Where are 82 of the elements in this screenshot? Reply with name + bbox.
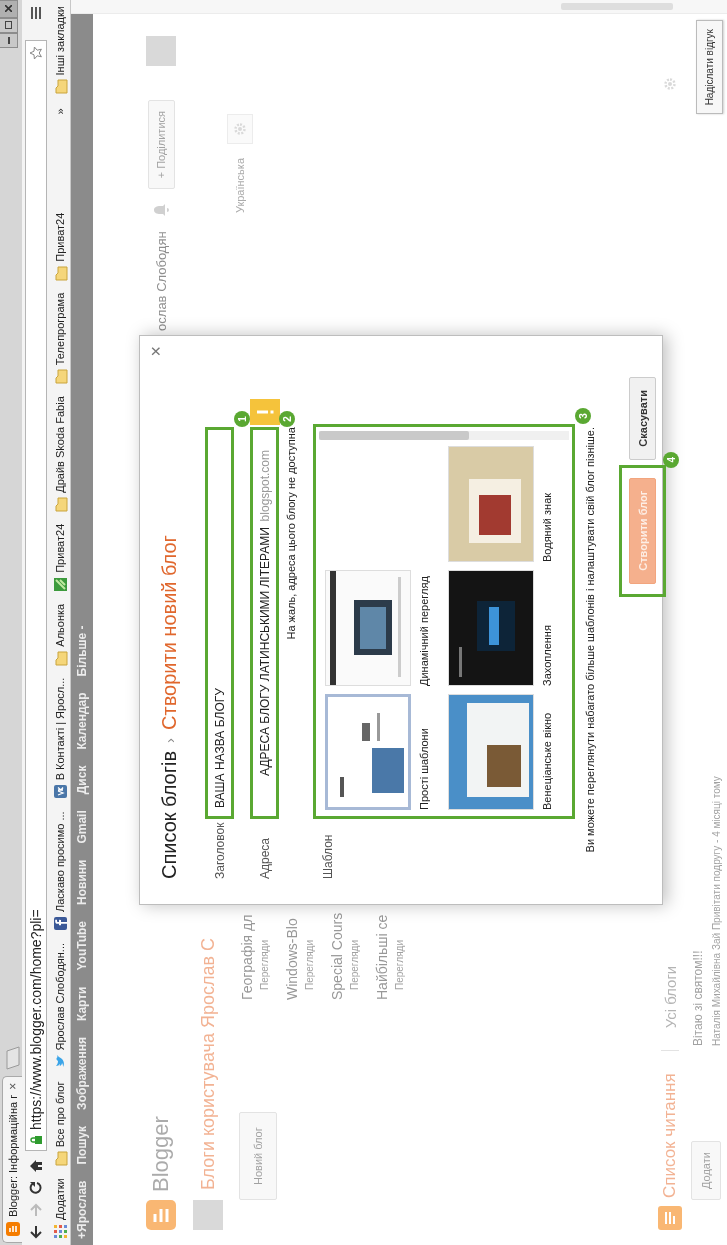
error-message: На жаль, адреса цього блогу не доступна [285, 427, 298, 642]
section-heading: Блоги користувача Ярослав С [197, 938, 219, 1190]
menu-icon[interactable] [30, 6, 42, 20]
folder-icon [52, 1151, 68, 1167]
tab-title: Blogger: Інформаційна г [6, 1094, 19, 1217]
address-value: АДРЕСА БЛОГУ ЛАТИНСЬКИМИ ЛІТЕРАМИ [257, 526, 272, 778]
avatar-icon [193, 1200, 223, 1230]
home-icon[interactable] [29, 1159, 43, 1173]
logo-text: Blogger [148, 1116, 174, 1192]
cancel-button[interactable]: Скасувати [629, 377, 656, 460]
title-field[interactable]: ВАША НАЗВА БЛОГУ [205, 427, 234, 819]
settings-icon [233, 122, 247, 136]
apps-grid-icon [52, 1224, 68, 1239]
template-name[interactable]: Прості шаблони [418, 694, 430, 810]
breadcrumb-link[interactable]: Список блогів [157, 750, 181, 879]
scrollbar[interactable] [319, 431, 569, 440]
template-thumbnail[interactable] [325, 694, 411, 810]
blog-meta: Перегляди [394, 939, 405, 992]
minimize-button[interactable] [0, 33, 18, 48]
bookmark-link[interactable]: Телепрограма [52, 292, 68, 385]
dialog-title: Створити новий блог [157, 535, 181, 730]
post-meta: Наталія Михайлівна Зай Привітати подругу - 4 місяці тому [711, 776, 722, 1047]
square-icon [52, 576, 68, 592]
folder-icon [52, 265, 68, 281]
bookmark-link[interactable]: Додатки [52, 1178, 68, 1239]
field-label: Заголовок [212, 821, 227, 879]
browser-tab[interactable]: Blogger: Інформаційна г × [2, 1075, 22, 1243]
folder-icon [52, 650, 68, 666]
bookmark-link[interactable]: Драйв Skoda Fabia [52, 396, 68, 512]
maximize-button[interactable] [0, 18, 18, 33]
close-button[interactable]: × [146, 346, 167, 357]
address-field[interactable]: АДРЕСА БЛОГУ ЛАТИНСЬКИМИ ЛІТЕРАМИ blogspot.com [250, 427, 279, 819]
minimize-icon [7, 37, 10, 44]
template-thumbnail[interactable] [325, 570, 411, 686]
star-icon[interactable] [29, 46, 43, 60]
blogger-logo-icon [146, 1200, 176, 1230]
template-thumbnail[interactable] [448, 694, 534, 810]
field-label: Шаблон [320, 833, 335, 879]
bookmark-link[interactable]: Альонка [52, 603, 68, 666]
step-number-badge: 2 [279, 411, 295, 427]
folder-icon [52, 496, 68, 512]
tab-close-button[interactable]: × [5, 1082, 20, 1090]
field-label: Адреса [257, 836, 272, 879]
step-number-badge: 1 [234, 411, 250, 427]
folder-icon [52, 79, 68, 95]
template-thumbnail[interactable] [448, 570, 534, 686]
section-heading: Список читання [660, 1073, 680, 1198]
step-number-badge: 3 [575, 408, 591, 424]
template-thumbnail[interactable] [448, 446, 534, 562]
url-text: https://www.blogger.com/home?pli= [28, 908, 44, 1130]
feedback-button[interactable]: Надіслати відгук [696, 20, 723, 115]
domain-suffix: blogspot.com [257, 450, 272, 522]
blog-meta: Перегляди [349, 939, 360, 992]
settings-icon [663, 77, 677, 91]
bookmark-link[interactable]: Ярослав Слободян... [52, 943, 68, 1070]
bookmark-link[interactable]: В Контакті | Яросл... [52, 677, 68, 800]
template-name[interactable]: Захоплення [541, 570, 553, 686]
bookmark-link[interactable]: Ласкаво просимо ... [52, 811, 68, 931]
address-bar[interactable]: https://www.blogger.com/home?pli= [25, 40, 47, 1151]
other-bookmarks-link[interactable]: Інші закладки [52, 6, 68, 95]
reading-list-icon [658, 1206, 682, 1230]
more-bookmarks-button[interactable]: » [54, 108, 66, 115]
folder-icon [52, 369, 68, 385]
bookmark-link[interactable]: Все про блог [52, 1081, 68, 1167]
bookmark-link[interactable]: Приват24 [52, 212, 68, 281]
template-name[interactable]: Венеціанське вікно [541, 694, 553, 810]
bookmark-link[interactable]: Приват24 [52, 523, 68, 592]
user-name: ослав Слободян [153, 231, 169, 331]
page-scrollbar[interactable] [71, 0, 727, 14]
back-arrow-icon[interactable] [29, 1225, 43, 1239]
lock-icon [30, 1135, 42, 1145]
hint-text: Ви можете переглянути набагато більше шаблонів і налаштувати свій блог пізніше. [584, 427, 596, 855]
template-name[interactable]: Водяний знак [541, 446, 553, 562]
template-name[interactable]: Динамічний перегляд [418, 570, 430, 686]
blog-meta: Перегляди [259, 939, 270, 992]
blogger-logo-icon [5, 1222, 20, 1236]
reload-icon[interactable] [29, 1181, 43, 1195]
close-icon [5, 5, 12, 13]
close-window-button[interactable] [0, 0, 18, 18]
breadcrumb-separator: › [160, 737, 178, 743]
blog-meta: Перегляди [304, 939, 315, 992]
maximize-icon [5, 21, 12, 30]
